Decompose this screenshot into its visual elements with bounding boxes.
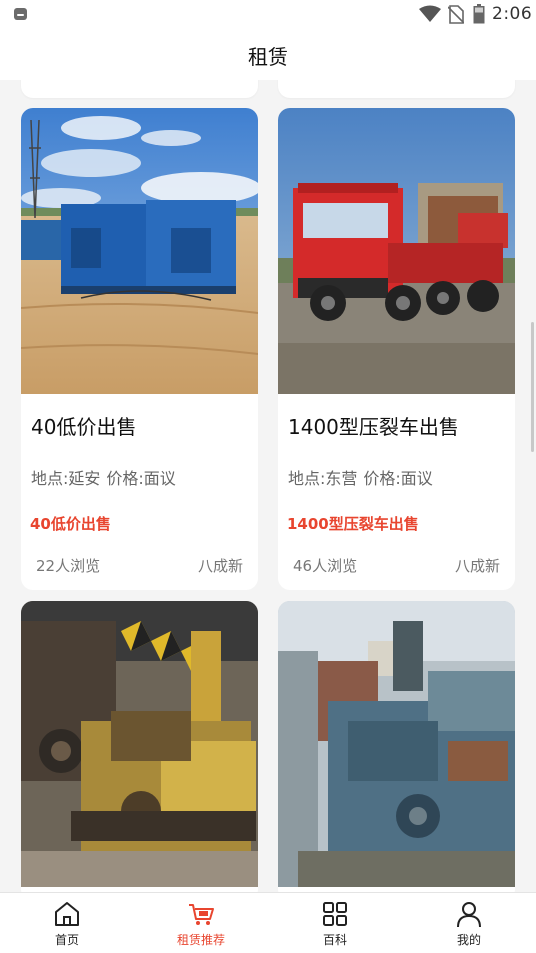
listing-location: 地点:东营 [288, 469, 358, 488]
no-sim-icon [448, 5, 464, 24]
listing-price: 价格:面议 [106, 469, 176, 488]
listing-views: 22人浏览 [36, 557, 101, 575]
listing-card[interactable]: 1400型压裂车出售 地点:东营 价格:面议 1400型压裂车出售 46人浏览 八… [278, 108, 515, 590]
listing-photo [21, 601, 258, 887]
nav-label: 我的 [456, 933, 481, 947]
home-icon [55, 902, 79, 926]
listing-photo [278, 108, 515, 394]
listing-grid[interactable]: 40低价出售 地点:延安 价格:面议 40低价出售 22人浏览 八成新 1400… [0, 80, 536, 892]
grid-icon [323, 902, 347, 926]
listing-highlight: 1400型压裂车出售 [287, 515, 419, 533]
scrollbar[interactable] [531, 322, 534, 452]
status-bar: 2:06 [0, 0, 536, 30]
page-title: 租赁 [248, 45, 288, 69]
bottom-nav: 首页 租赁推荐 百科 我的 [0, 892, 536, 953]
listing-title: 40低价出售 [31, 415, 137, 439]
nav-encyclopedia[interactable]: 百科 [268, 893, 402, 953]
listing-title: 1400型压裂车出售 [288, 415, 459, 439]
nav-label: 首页 [54, 933, 79, 947]
listing-card-partial[interactable] [21, 80, 258, 98]
clock: 2:06 [492, 4, 533, 24]
listing-card-partial[interactable] [278, 80, 515, 98]
nav-rental-recommend[interactable]: 租赁推荐 [134, 893, 268, 953]
listing-meta: 地点:东营 价格:面议 [288, 465, 433, 489]
wifi-icon [419, 5, 441, 22]
page-header: 租赁 [0, 30, 536, 80]
listing-location: 地点:延安 [31, 469, 101, 488]
listing-condition: 八成新 [454, 557, 500, 575]
nav-label: 租赁推荐 [176, 933, 225, 947]
listing-views: 46人浏览 [293, 557, 358, 575]
listing-photo [21, 108, 258, 394]
listing-card[interactable]: 40低价出售 地点:延安 价格:面议 40低价出售 22人浏览 八成新 [21, 108, 258, 590]
listing-card[interactable] [278, 601, 515, 892]
nav-home[interactable]: 首页 [0, 893, 134, 953]
listing-photo [278, 601, 515, 887]
listing-price: 价格:面议 [363, 469, 433, 488]
cart-icon [189, 904, 214, 925]
listing-card[interactable] [21, 601, 258, 892]
listing-meta: 地点:延安 价格:面议 [31, 465, 176, 489]
battery-icon [473, 4, 485, 24]
app-notification-icon [14, 8, 27, 20]
nav-label: 百科 [322, 933, 347, 947]
listing-condition: 八成新 [197, 557, 243, 575]
person-icon [457, 902, 481, 928]
nav-mine[interactable]: 我的 [402, 893, 536, 953]
listing-highlight: 40低价出售 [30, 515, 111, 533]
